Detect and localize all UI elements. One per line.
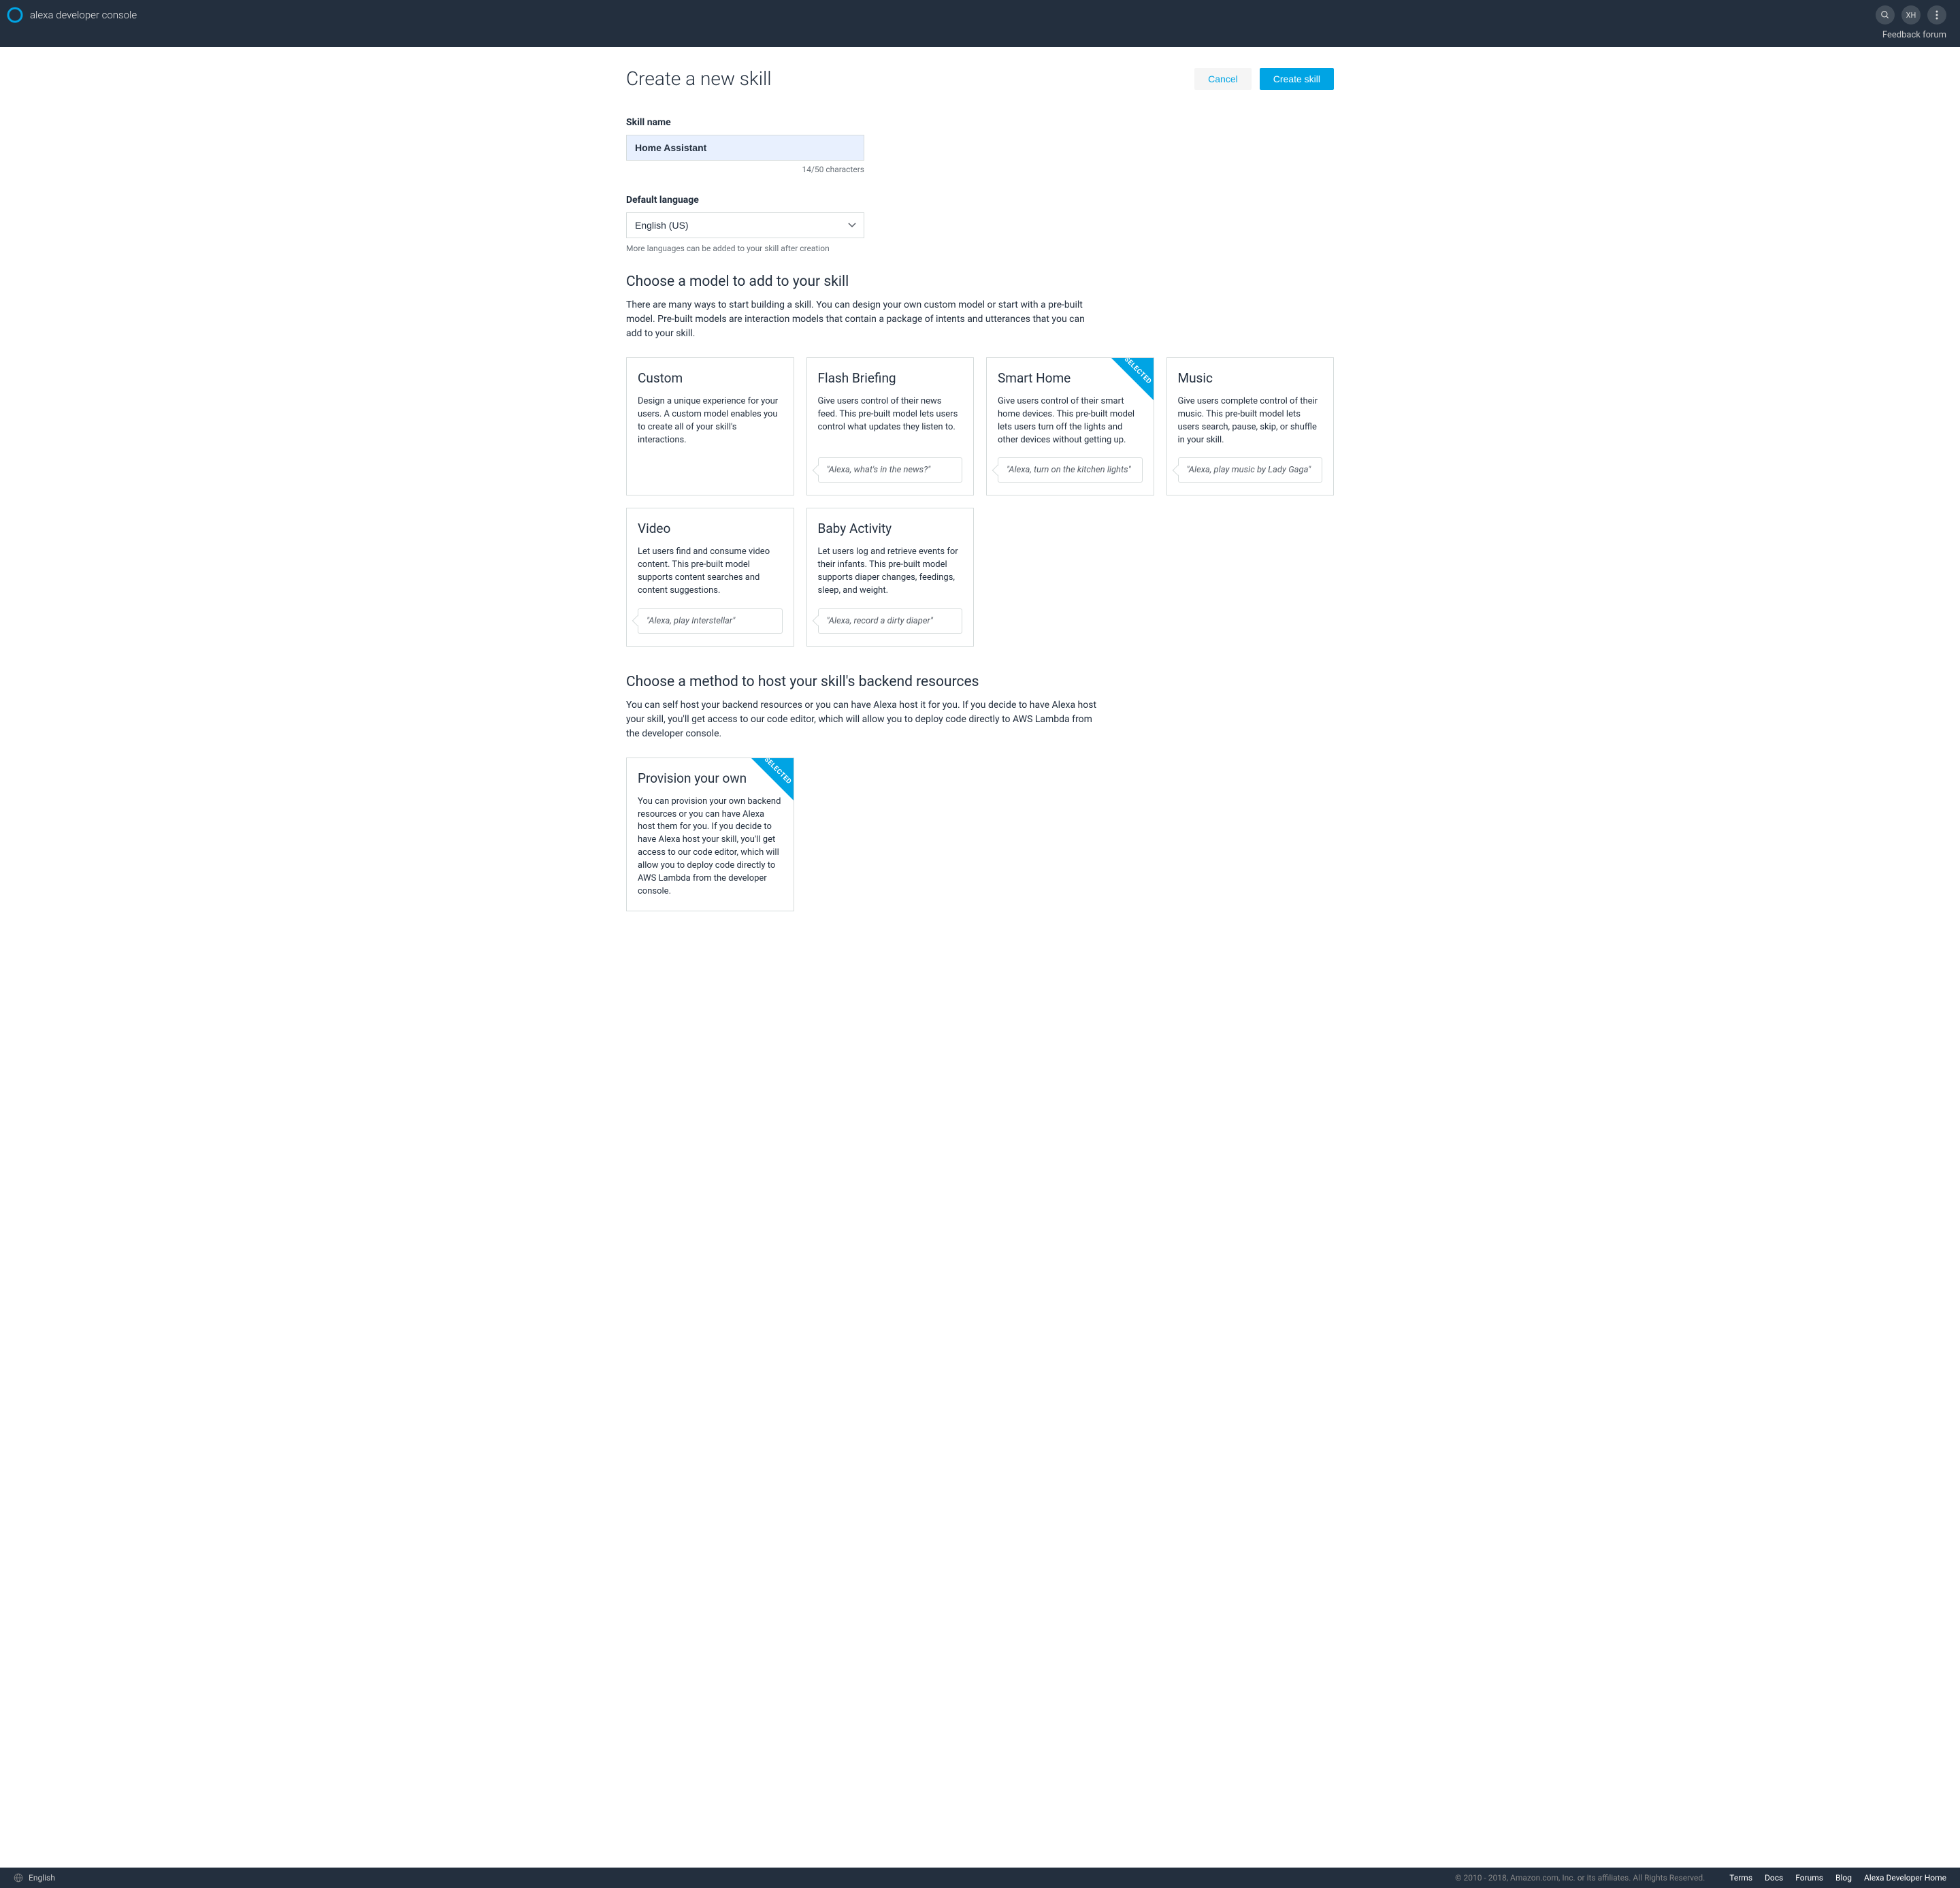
language-label: Default language: [626, 195, 1334, 206]
model-card-desc: Give users complete control of their mus…: [1178, 395, 1323, 446]
user-avatar[interactable]: XH: [1901, 5, 1921, 25]
model-card-example: "Alexa, play Interstellar": [638, 608, 783, 634]
alexa-logo-icon: [7, 7, 23, 23]
footer-link-alexa-developer-home[interactable]: Alexa Developer Home: [1864, 1873, 1946, 1883]
model-card-desc: Let users find and consume video content…: [638, 546, 783, 597]
model-card-smart-home[interactable]: SELECTEDSmart HomeGive users control of …: [986, 357, 1154, 495]
skill-name-input[interactable]: [626, 135, 864, 161]
more-menu-icon[interactable]: [1927, 5, 1946, 25]
footer-language[interactable]: English: [29, 1873, 55, 1883]
header-title: alexa developer console: [30, 9, 137, 21]
search-icon[interactable]: [1876, 5, 1895, 25]
skill-name-label: Skill name: [626, 117, 1334, 128]
create-skill-button[interactable]: Create skill: [1260, 68, 1334, 90]
feedback-forum-link[interactable]: Feedback forum: [1882, 30, 1946, 40]
header-sub: Feedback forum: [0, 30, 1960, 47]
footer-link-docs[interactable]: Docs: [1765, 1873, 1783, 1883]
page-header: Create a new skill Cancel Create skill: [626, 67, 1334, 90]
page-title: Create a new skill: [626, 67, 772, 90]
model-card-music[interactable]: Music Give users complete control of thei…: [1166, 357, 1335, 495]
main-content: Create a new skill Cancel Create skill S…: [599, 47, 1361, 1853]
hosting-card-provision-own[interactable]: SELECTEDProvision your ownYou can provis…: [626, 758, 794, 911]
hosting-card-desc: You can provision your own backend resou…: [638, 796, 783, 898]
footer-copyright: © 2010 - 2018, Amazon.com, Inc. or its a…: [1455, 1873, 1705, 1883]
header-left: alexa developer console: [7, 7, 137, 23]
model-card-custom[interactable]: Custom Design a unique experience for you…: [626, 357, 794, 495]
model-card-example: "Alexa, turn on the kitchen lights": [998, 457, 1143, 483]
model-section-desc: There are many ways to start building a …: [626, 298, 1102, 341]
model-card-title: Flash Briefing: [818, 370, 963, 386]
model-card-desc: Give users control of their news feed. T…: [818, 395, 963, 446]
model-card-title: Custom: [638, 370, 783, 386]
footer-link-blog[interactable]: Blog: [1835, 1873, 1852, 1883]
footer-left: English: [14, 1873, 55, 1883]
model-card-title: Video: [638, 521, 783, 536]
model-card-example: "Alexa, play music by Lady Gaga": [1178, 457, 1323, 483]
footer-link-forums[interactable]: Forums: [1795, 1873, 1823, 1883]
header-right: XH: [1876, 5, 1946, 25]
model-card-grid: Custom Design a unique experience for you…: [626, 357, 1334, 647]
footer-link-terms[interactable]: Terms: [1729, 1873, 1752, 1883]
skill-name-counter: 14/50 characters: [626, 165, 864, 174]
skill-name-section: Skill name 14/50 characters: [626, 117, 1334, 174]
footer: English © 2010 - 2018, Amazon.com, Inc. …: [0, 1868, 1960, 1888]
hosting-section-title: Choose a method to host your skill's bac…: [626, 674, 1334, 690]
model-card-desc: Design a unique experience for your user…: [638, 395, 783, 483]
model-card-example: "Alexa, record a dirty diaper": [818, 608, 963, 634]
model-card-video[interactable]: Video Let users find and consume video co…: [626, 508, 794, 646]
language-select-wrap: English (US): [626, 212, 864, 238]
model-section-title: Choose a model to add to your skill: [626, 274, 1334, 290]
footer-right: © 2010 - 2018, Amazon.com, Inc. or its a…: [1455, 1873, 1946, 1883]
hosting-card-grid: SELECTEDProvision your ownYou can provis…: [626, 758, 1334, 911]
language-hint: More languages can be added to your skil…: [626, 244, 1334, 253]
model-card-title: Music: [1178, 370, 1323, 386]
model-card-desc: Give users control of their smart home d…: [998, 395, 1143, 446]
globe-icon: [14, 1873, 23, 1883]
model-card-flash-briefing[interactable]: Flash Briefing Give users control of thei…: [806, 357, 975, 495]
model-card-title: Baby Activity: [818, 521, 963, 536]
header-top: alexa developer console XH: [0, 0, 1960, 30]
hosting-section-desc: You can self host your backend resources…: [626, 698, 1102, 741]
header: alexa developer console XH Feedback foru…: [0, 0, 1960, 47]
page-actions: Cancel Create skill: [1194, 68, 1334, 90]
language-section: Default language English (US) More langu…: [626, 195, 1334, 253]
model-card-desc: Let users log and retrieve events for th…: [818, 546, 963, 597]
language-select[interactable]: English (US): [626, 212, 864, 238]
cancel-button[interactable]: Cancel: [1194, 68, 1252, 90]
model-card-example: "Alexa, what's in the news?": [818, 457, 963, 483]
model-card-baby-activity[interactable]: Baby Activity Let users log and retrieve …: [806, 508, 975, 646]
